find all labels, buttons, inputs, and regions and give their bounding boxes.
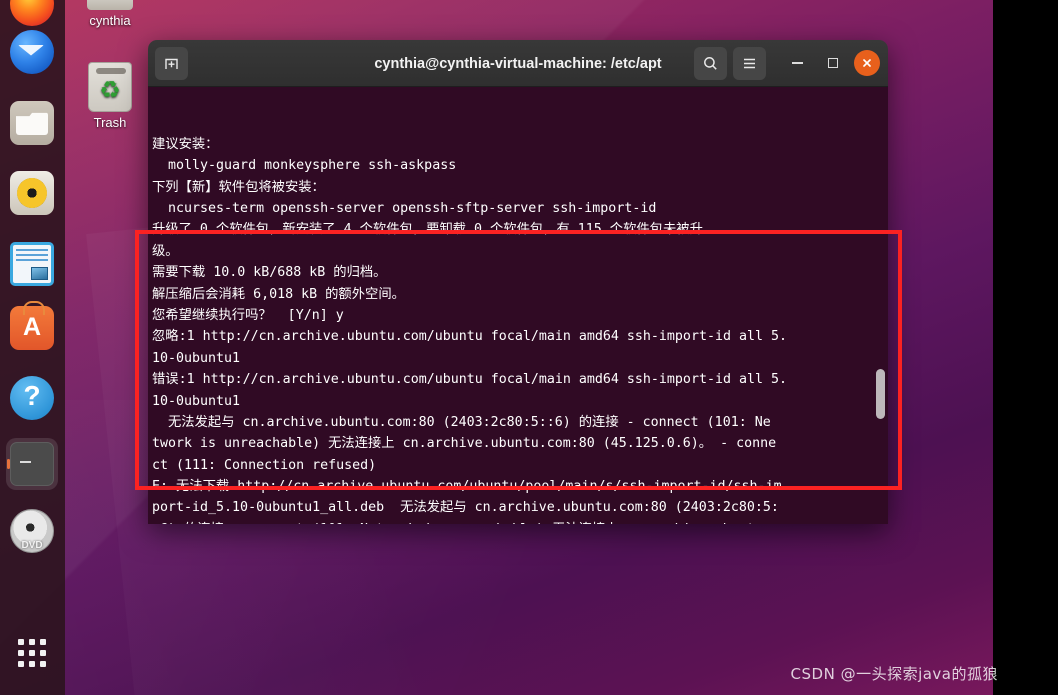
files-icon — [10, 101, 54, 145]
maximize-button[interactable] — [818, 48, 848, 78]
terminal-output-line: E: 无法下载 http://cn.archive.ubuntu.com/ubu… — [152, 479, 782, 495]
show-applications-button[interactable] — [6, 633, 58, 673]
desktop-icon-label: Trash — [93, 115, 127, 130]
dock-item-ubuntu-software[interactable] — [6, 301, 58, 354]
minimize-icon — [791, 62, 803, 64]
terminal-output-line: :6) 的连接 - connect (101: Network is unrea… — [152, 519, 888, 524]
recycle-symbol-icon: ♻ — [99, 77, 121, 104]
desktop-icon-home[interactable]: cynthia — [64, 0, 156, 28]
terminal-output-line: 您希望继续执行吗？ [Y/n] y — [152, 307, 344, 323]
home-folder-icon — [87, 0, 133, 10]
dock-item-dvd[interactable] — [6, 505, 58, 557]
terminal-scrollbar[interactable] — [876, 91, 885, 520]
trash-lid — [96, 68, 126, 74]
terminal-icon — [10, 442, 54, 486]
hamburger-menu-button[interactable] — [733, 46, 766, 80]
close-button[interactable] — [854, 50, 880, 76]
terminal-output-line: 级。 — [152, 243, 179, 259]
terminal-lines: 建议安装： molly-guard monkeysphere ssh-askpa… — [150, 134, 888, 524]
terminal-window[interactable]: cynthia@cynthia-virtual-machine: /etc/ap… — [148, 40, 888, 524]
impress-icon — [10, 242, 54, 286]
rhythmbox-icon — [10, 171, 54, 215]
grid-icon — [18, 639, 46, 667]
terminal-output-line: 错误:1 http://cn.archive.ubuntu.com/ubuntu… — [152, 372, 788, 388]
help-icon — [10, 376, 54, 420]
minimize-button[interactable] — [782, 48, 812, 78]
terminal-output-line: 10-0ubuntu1 — [152, 393, 241, 409]
dock-item-files[interactable] — [6, 97, 58, 149]
dock-item-terminal[interactable] — [6, 438, 58, 490]
screen-letterbox — [993, 0, 1058, 695]
terminal-output-line: port-id_5.10-0ubuntu1_all.deb 无法发起与 cn.a… — [152, 500, 779, 516]
scrollbar-thumb[interactable] — [876, 369, 885, 419]
dock-item-thunderbird[interactable] — [6, 26, 58, 78]
terminal-output-line: 建议安装： — [152, 136, 219, 152]
terminal-output-area[interactable]: 建议安装： molly-guard monkeysphere ssh-askpa… — [148, 87, 888, 524]
dock-item-help[interactable] — [6, 372, 58, 424]
dock-item-impress[interactable] — [6, 238, 58, 290]
terminal-output-line: 解压缩后会消耗 6,018 kB 的额外空间。 — [152, 286, 405, 302]
trash-icon: ♻ — [88, 62, 132, 112]
maximize-icon — [828, 58, 838, 68]
search-button[interactable] — [694, 46, 727, 80]
terminal-output-line: 10-0ubuntu1 — [152, 350, 241, 366]
terminal-output-line: ct (111: Connection refused) — [152, 457, 377, 473]
terminal-output-line: 下列【新】软件包将被安装： — [152, 179, 325, 195]
terminal-output-line: 无法发起与 cn.archive.ubuntu.com:80 (2403:2c8… — [152, 414, 771, 430]
firefox-icon — [10, 0, 54, 26]
ubuntu-dock — [0, 0, 65, 695]
terminal-output-line: twork is unreachable) 无法连接上 cn.archive.u… — [152, 436, 777, 452]
terminal-output-line: 忽略:1 http://cn.archive.ubuntu.com/ubuntu… — [152, 329, 788, 345]
terminal-output-line: ncurses-term openssh-server openssh-sftp… — [152, 200, 657, 216]
titlebar-controls — [694, 46, 880, 80]
ubuntu-software-icon — [10, 301, 54, 350]
thunderbird-icon — [10, 30, 54, 74]
screen: cynthia ♻ Trash A ? DVD cynthia@cynthia-… — [0, 0, 1058, 695]
terminal-output-line: molly-guard monkeysphere ssh-askpass — [152, 158, 457, 174]
desktop-icon-trash[interactable]: ♻ Trash — [64, 62, 156, 130]
dvd-icon — [10, 509, 54, 553]
terminal-output-line: 需要下载 10.0 kB/688 kB 的归档。 — [152, 265, 387, 281]
new-tab-button[interactable] — [155, 46, 188, 80]
terminal-output-line: 升级了 0 个软件包，新安装了 4 个软件包，要卸载 0 个软件包，有 115 … — [152, 222, 703, 238]
watermark: CSDN @一头探索java的孤狼 — [790, 665, 998, 683]
terminal-titlebar[interactable]: cynthia@cynthia-virtual-machine: /etc/ap… — [148, 40, 888, 87]
desktop-icon-label: cynthia — [89, 13, 131, 28]
dock-item-rhythmbox[interactable] — [6, 167, 58, 219]
